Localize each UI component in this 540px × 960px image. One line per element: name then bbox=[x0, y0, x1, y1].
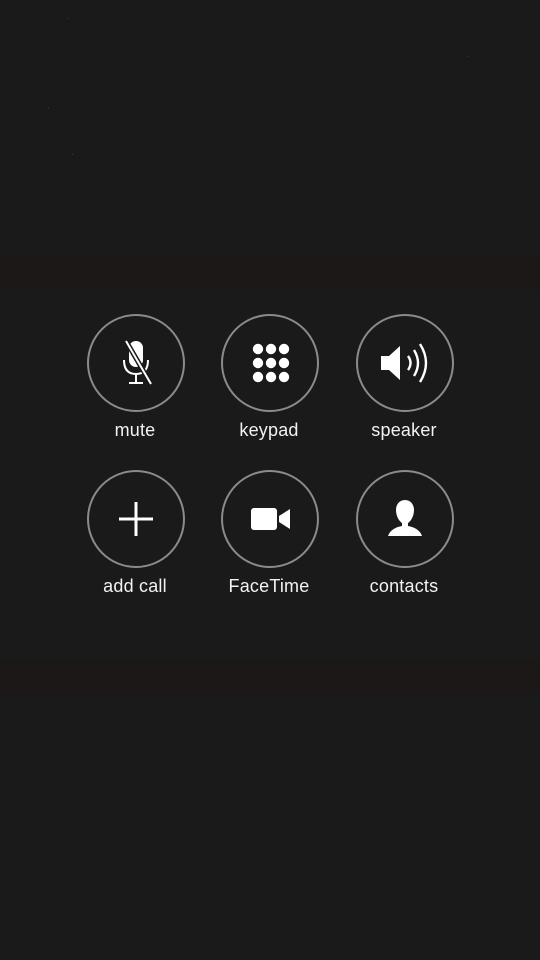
add-call-button-ring bbox=[87, 470, 185, 568]
video-camera-icon bbox=[251, 508, 290, 530]
contacts-button-ring bbox=[356, 470, 454, 568]
keypad-grid-icon bbox=[252, 343, 290, 383]
keypad-label: keypad bbox=[239, 420, 299, 440]
person-silhouette-icon bbox=[388, 500, 422, 536]
speaker-button[interactable]: speaker bbox=[335, 314, 475, 454]
in-call-screen: mute keypad speaker add call FaceTime co… bbox=[0, 0, 540, 960]
add-call-button[interactable]: add call bbox=[66, 470, 206, 610]
contacts-label: contacts bbox=[369, 576, 439, 596]
mute-label: mute bbox=[114, 420, 156, 440]
add-call-label: add call bbox=[103, 576, 167, 596]
mic-muted-icon bbox=[123, 339, 154, 386]
plus-icon bbox=[119, 502, 153, 536]
speaker-label: speaker bbox=[371, 420, 437, 440]
mute-button[interactable]: mute bbox=[66, 314, 206, 454]
speaker-button-ring bbox=[356, 314, 454, 412]
keypad-button-ring bbox=[221, 314, 319, 412]
facetime-label: FaceTime bbox=[228, 576, 310, 596]
contacts-button[interactable]: contacts bbox=[335, 470, 475, 610]
speaker-icon bbox=[381, 343, 428, 383]
keypad-button[interactable]: keypad bbox=[200, 314, 340, 454]
mute-button-ring bbox=[87, 314, 185, 412]
call-controls-grid: mute keypad speaker add call FaceTime co… bbox=[0, 0, 540, 960]
facetime-button[interactable]: FaceTime bbox=[200, 470, 340, 610]
facetime-button-ring bbox=[221, 470, 319, 568]
